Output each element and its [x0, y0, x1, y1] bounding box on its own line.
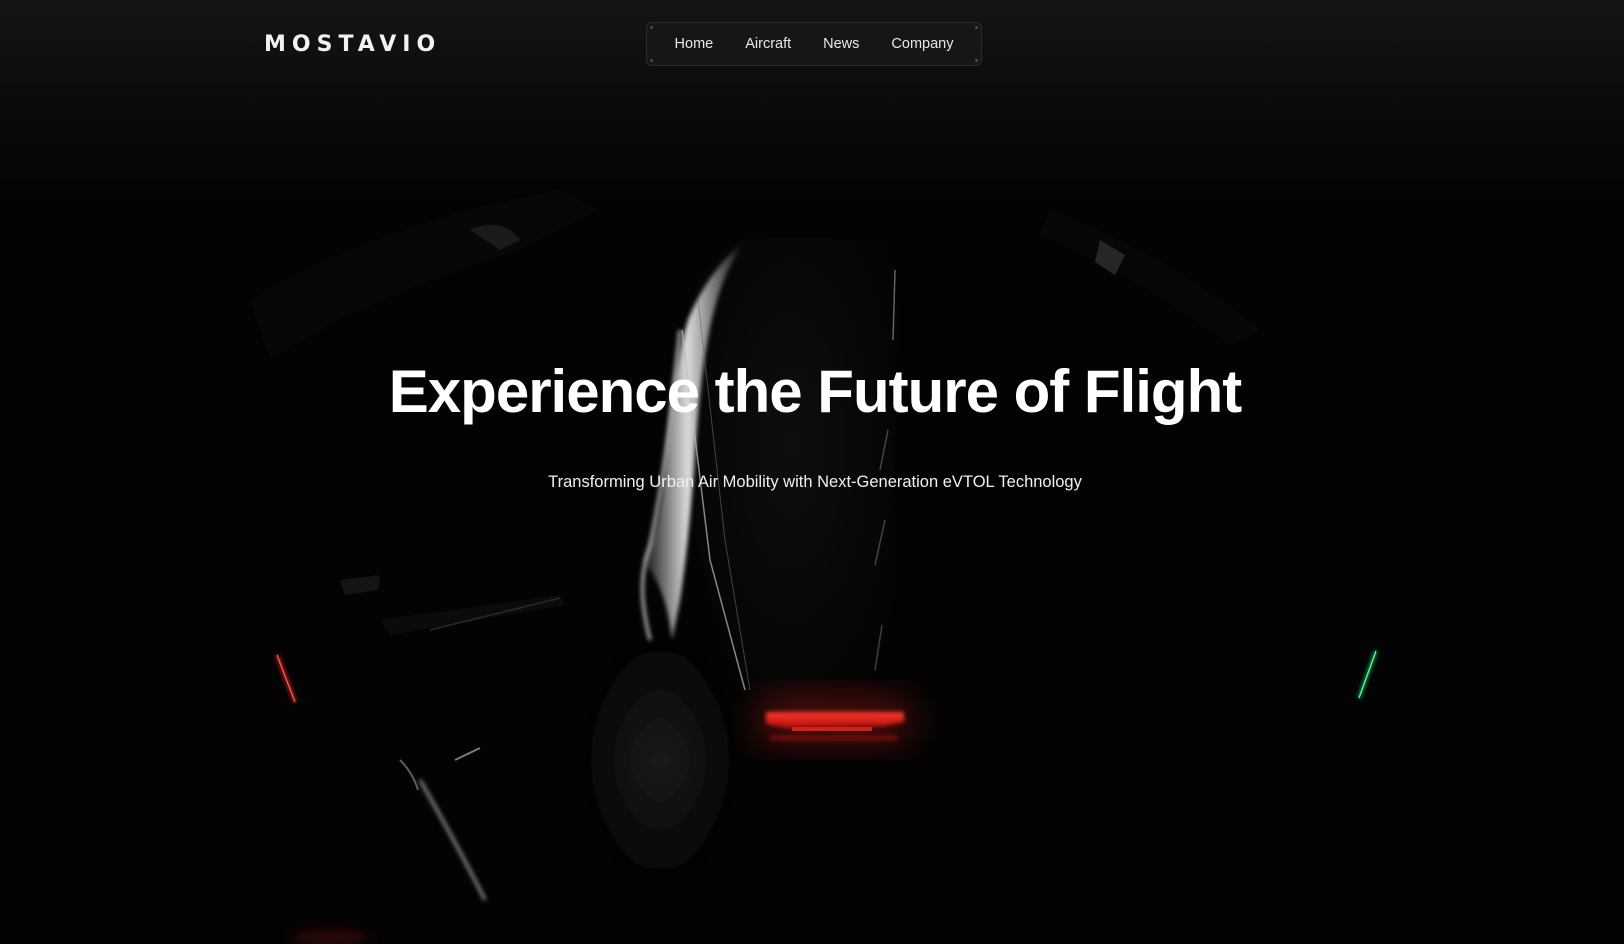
nav-corner-dot	[650, 26, 653, 29]
nav-link-home[interactable]: Home	[659, 22, 730, 66]
brand-logo[interactable]: MOSTAVIO	[264, 30, 441, 60]
nav-link-company[interactable]: Company	[875, 22, 969, 66]
hero-subtitle: Transforming Urban Air Mobility with Nex…	[548, 473, 1082, 491]
nav-link-news[interactable]: News	[807, 22, 875, 66]
nav-corner-dot	[975, 26, 978, 29]
nav-corner-dot	[650, 59, 653, 62]
nav-corner-dot	[975, 59, 978, 62]
hero-title: Experience the Future of Flight	[388, 358, 1242, 425]
nav-link-aircraft[interactable]: Aircraft	[729, 22, 807, 66]
site-header: MOSTAVIO Home Aircraft News Company	[0, 0, 1624, 90]
page: MOSTAVIO Home Aircraft News Company Expe…	[0, 0, 1624, 944]
main-nav: Home Aircraft News Company	[646, 22, 982, 66]
